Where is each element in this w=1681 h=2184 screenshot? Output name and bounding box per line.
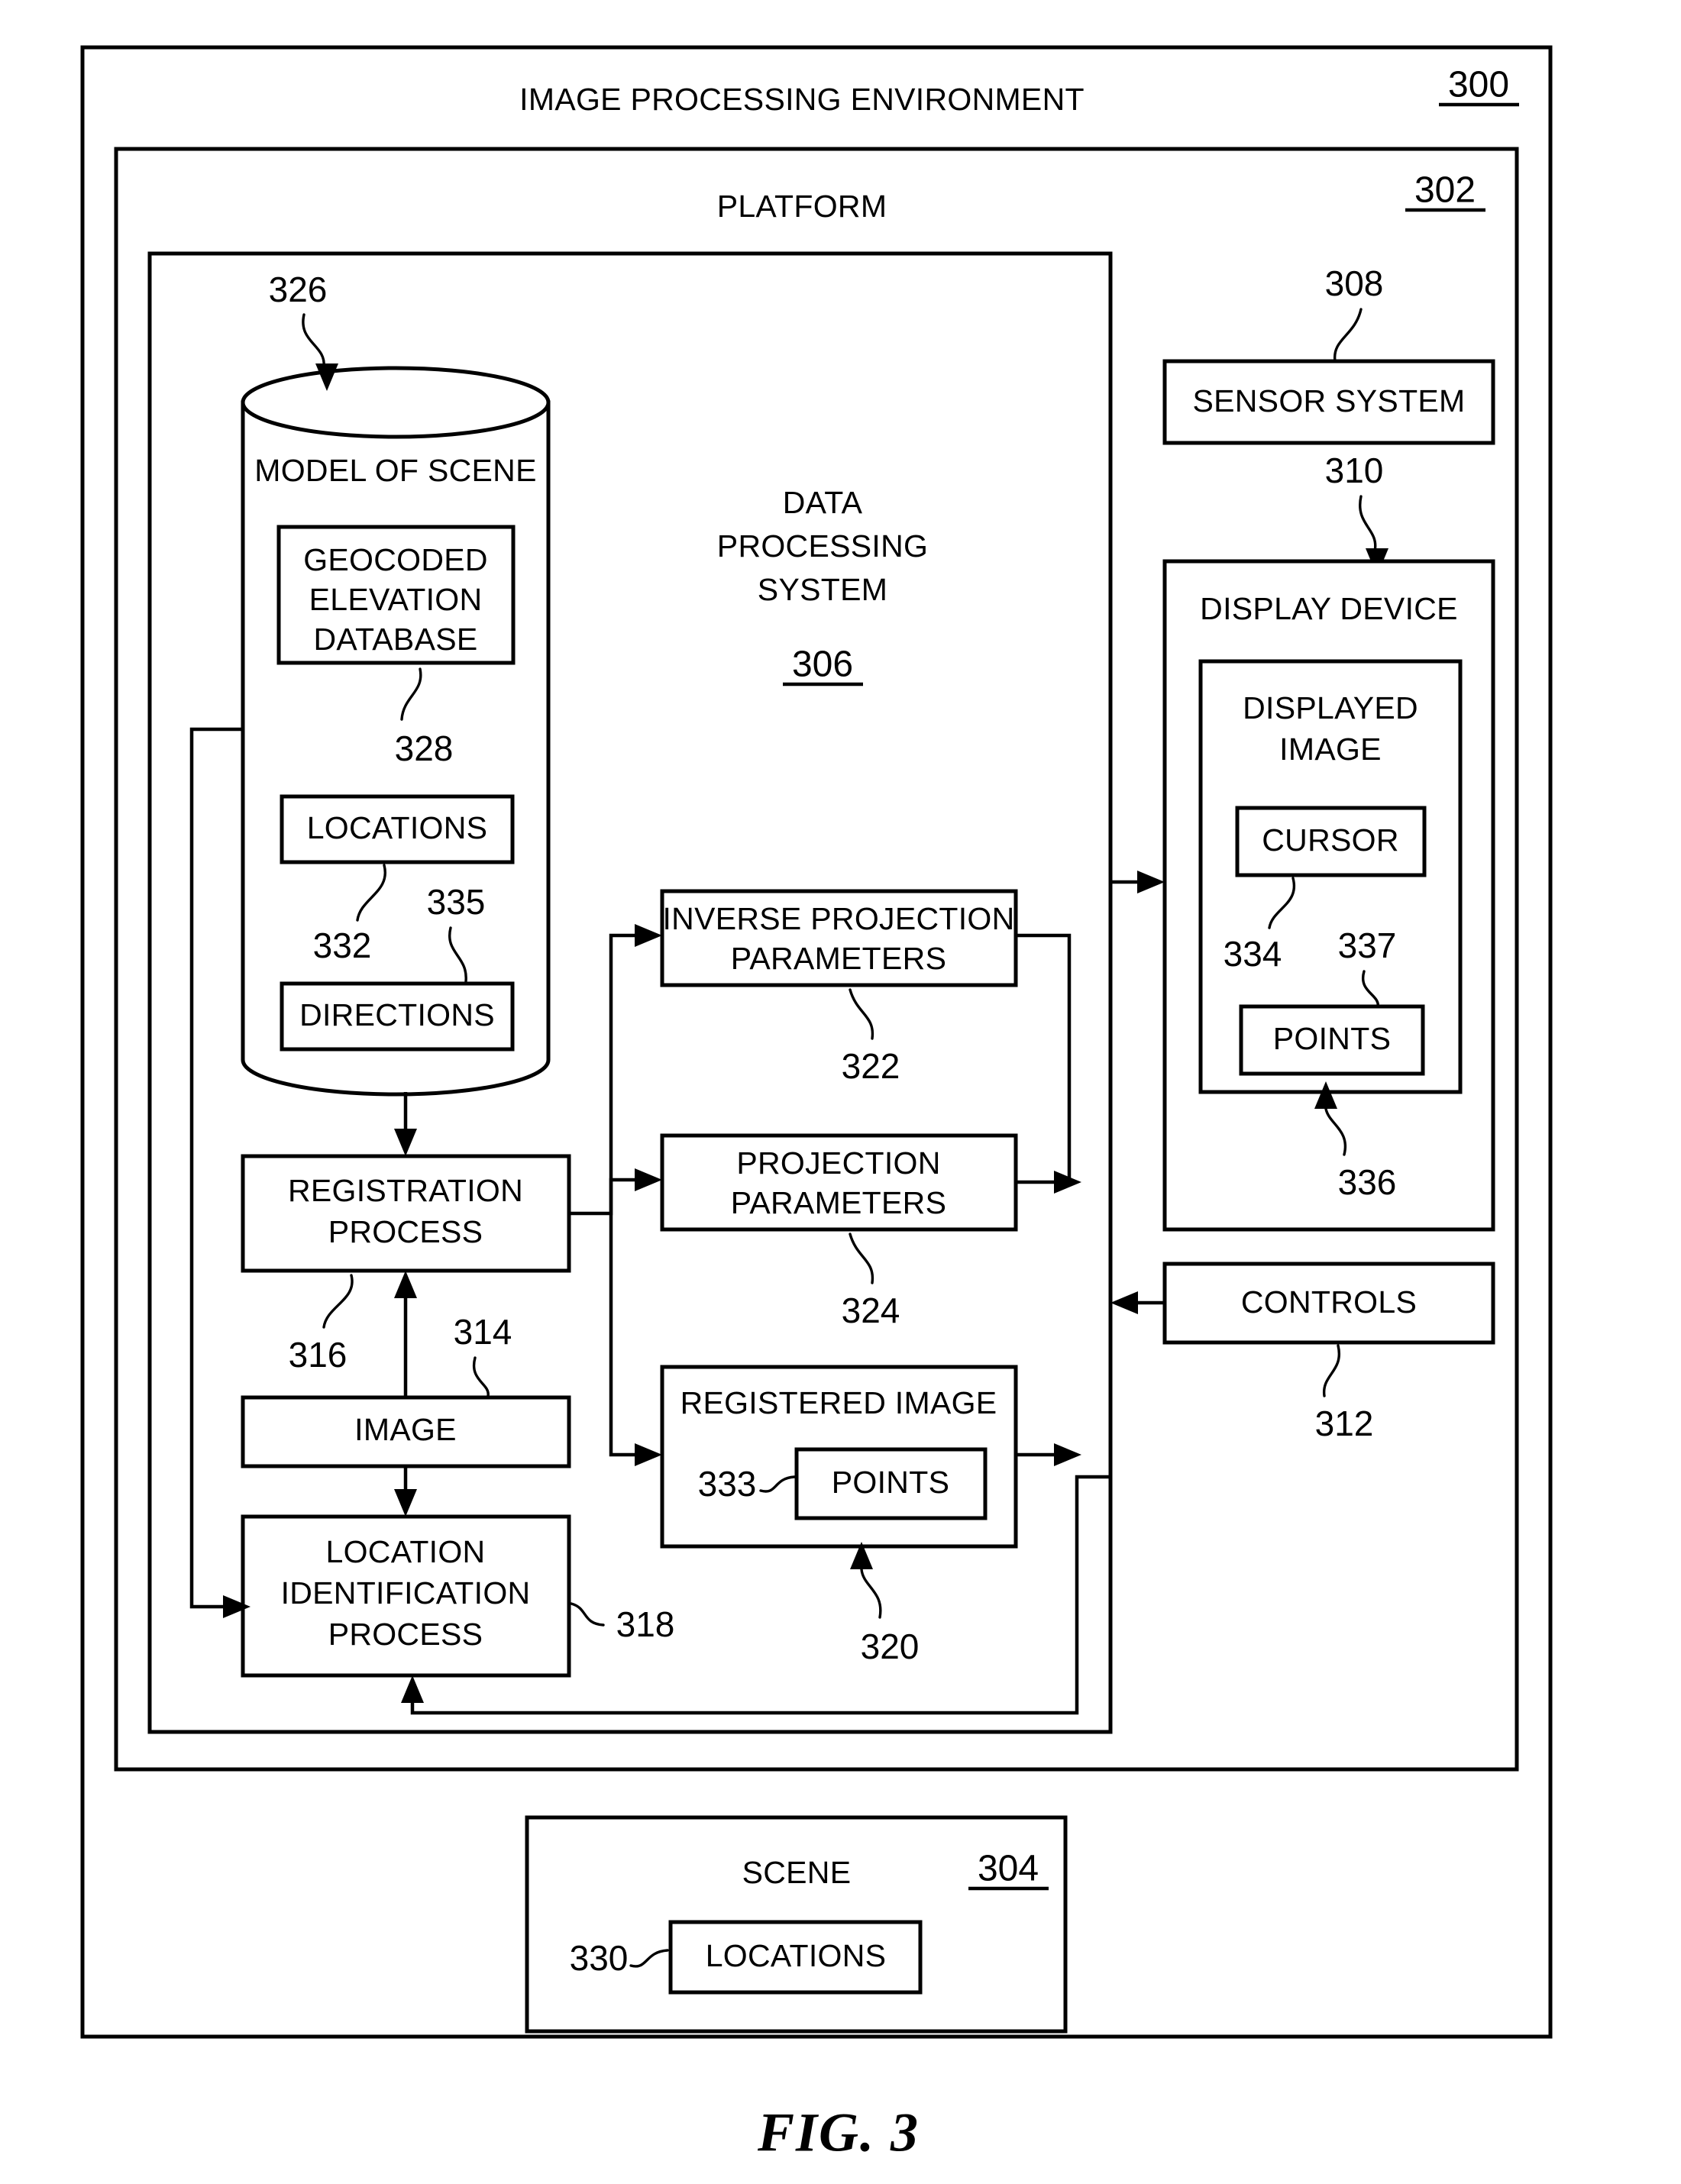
dps-ref: 306 bbox=[792, 645, 853, 685]
location-identification-line3: PROCESS bbox=[328, 1617, 483, 1652]
wire-model-to-location-identification bbox=[189, 727, 243, 1609]
inverse-projection-line2: PARAMETERS bbox=[731, 941, 946, 976]
figure-caption: FIG. 3 bbox=[757, 2102, 920, 2163]
inverse-projection-leader bbox=[849, 988, 874, 1040]
arrow-image-to-registration bbox=[394, 1271, 417, 1298]
location-identification-ref: 318 bbox=[616, 1604, 675, 1644]
registration-process-ref: 316 bbox=[289, 1335, 348, 1375]
sensor-system-ref: 308 bbox=[1325, 263, 1384, 303]
model-of-scene-cylinder-top bbox=[241, 366, 551, 439]
environment-ref: 300 bbox=[1448, 65, 1509, 105]
arrow-registration-to-projection bbox=[635, 1168, 662, 1191]
scene-locations-label: LOCATIONS bbox=[706, 1938, 887, 1973]
patent-figure: IMAGE PROCESSING ENVIRONMENT 300 PLATFOR… bbox=[0, 0, 1681, 2184]
registration-process-line1: REGISTRATION bbox=[288, 1173, 523, 1208]
sensor-system-leader bbox=[1333, 308, 1363, 363]
registration-process-leader bbox=[322, 1274, 354, 1329]
model-directions-label: DIRECTIONS bbox=[299, 997, 495, 1032]
arrow-registration-to-inverse-projection bbox=[635, 924, 662, 947]
projection-parameters-line1: PROJECTION bbox=[736, 1145, 940, 1181]
geocoded-db-line3: DATABASE bbox=[313, 622, 477, 657]
registered-image-label: REGISTERED IMAGE bbox=[680, 1385, 997, 1420]
model-of-scene-title: MODEL OF SCENE bbox=[254, 453, 536, 488]
controls-label: CONTROLS bbox=[1241, 1284, 1417, 1320]
registered-image-points-label: POINTS bbox=[832, 1465, 949, 1500]
display-points-ref: 337 bbox=[1338, 926, 1397, 965]
scene-label: SCENE bbox=[742, 1855, 852, 1890]
projection-parameters-leader bbox=[849, 1233, 874, 1284]
scene-locations-leader bbox=[629, 1949, 669, 1968]
scene-locations-ref: 330 bbox=[570, 1938, 629, 1978]
inverse-projection-line1: INVERSE PROJECTION bbox=[662, 901, 1014, 936]
arrow-model-to-registration bbox=[394, 1129, 417, 1156]
projection-parameters-ref: 324 bbox=[842, 1291, 900, 1330]
model-locations-label: LOCATIONS bbox=[307, 810, 488, 845]
display-device-label: DISPLAY DEVICE bbox=[1200, 591, 1458, 626]
registered-image-leader bbox=[860, 1568, 882, 1619]
location-identification-line2: IDENTIFICATION bbox=[281, 1575, 531, 1611]
arrow-registration-to-registered-image bbox=[635, 1443, 662, 1466]
display-device-leader bbox=[1359, 495, 1377, 553]
geocoded-db-line1: GEOCODED bbox=[303, 542, 488, 577]
arrow-dps-to-display-device bbox=[1137, 871, 1165, 893]
model-of-scene-leader bbox=[302, 313, 325, 368]
sensor-system-label: SENSOR SYSTEM bbox=[1192, 383, 1465, 418]
displayed-image-line1: DISPLAYED bbox=[1243, 690, 1418, 725]
registration-process-line2: PROCESS bbox=[328, 1214, 483, 1249]
display-device-ref: 310 bbox=[1325, 451, 1384, 490]
displayed-image-ref: 336 bbox=[1338, 1162, 1397, 1202]
model-of-scene-ref: 326 bbox=[269, 270, 328, 309]
wire-inverse-projection-output bbox=[1016, 933, 1072, 1186]
dps-title-line3: SYSTEM bbox=[758, 572, 887, 607]
display-points-label: POINTS bbox=[1273, 1021, 1391, 1056]
model-locations-ref: 332 bbox=[313, 926, 372, 965]
projection-parameters-line2: PARAMETERS bbox=[731, 1185, 946, 1220]
location-identification-leader bbox=[570, 1602, 605, 1627]
arrow-registered-image-feedback bbox=[401, 1675, 424, 1703]
registered-image-ref: 320 bbox=[861, 1627, 920, 1666]
wire-registration-to-registered-image bbox=[609, 1213, 637, 1457]
dps-title-line1: DATA bbox=[783, 485, 863, 520]
diagram-canvas: IMAGE PROCESSING ENVIRONMENT 300 PLATFOR… bbox=[80, 45, 1553, 2163]
wire-registration-to-projection bbox=[609, 1178, 637, 1213]
wire-registration-to-inverse-projection bbox=[569, 933, 637, 1216]
image-ref: 314 bbox=[454, 1312, 512, 1352]
controls-leader bbox=[1323, 1344, 1341, 1397]
geocoded-db-line2: ELEVATION bbox=[309, 582, 483, 617]
displayed-image-line2: IMAGE bbox=[1279, 732, 1382, 767]
environment-title: IMAGE PROCESSING ENVIRONMENT bbox=[519, 82, 1085, 117]
image-label: IMAGE bbox=[354, 1412, 457, 1447]
platform-ref: 302 bbox=[1414, 170, 1476, 211]
platform-title: PLATFORM bbox=[717, 189, 887, 224]
arrow-image-to-location-identification bbox=[394, 1489, 417, 1517]
arrow-registered-image-output bbox=[1054, 1443, 1081, 1466]
inverse-projection-ref: 322 bbox=[842, 1046, 900, 1086]
location-identification-line1: LOCATION bbox=[326, 1534, 486, 1569]
arrow-controls-to-dps bbox=[1110, 1291, 1138, 1314]
dps-title-line2: PROCESSING bbox=[717, 528, 928, 564]
geocoded-db-ref: 328 bbox=[395, 729, 454, 768]
controls-ref: 312 bbox=[1315, 1404, 1374, 1443]
cursor-label: CURSOR bbox=[1262, 822, 1398, 858]
registered-image-points-ref: 333 bbox=[698, 1464, 757, 1504]
model-directions-ref: 335 bbox=[427, 882, 486, 922]
cursor-ref: 334 bbox=[1224, 934, 1282, 974]
image-leader bbox=[472, 1356, 490, 1397]
scene-ref: 304 bbox=[978, 1849, 1039, 1889]
